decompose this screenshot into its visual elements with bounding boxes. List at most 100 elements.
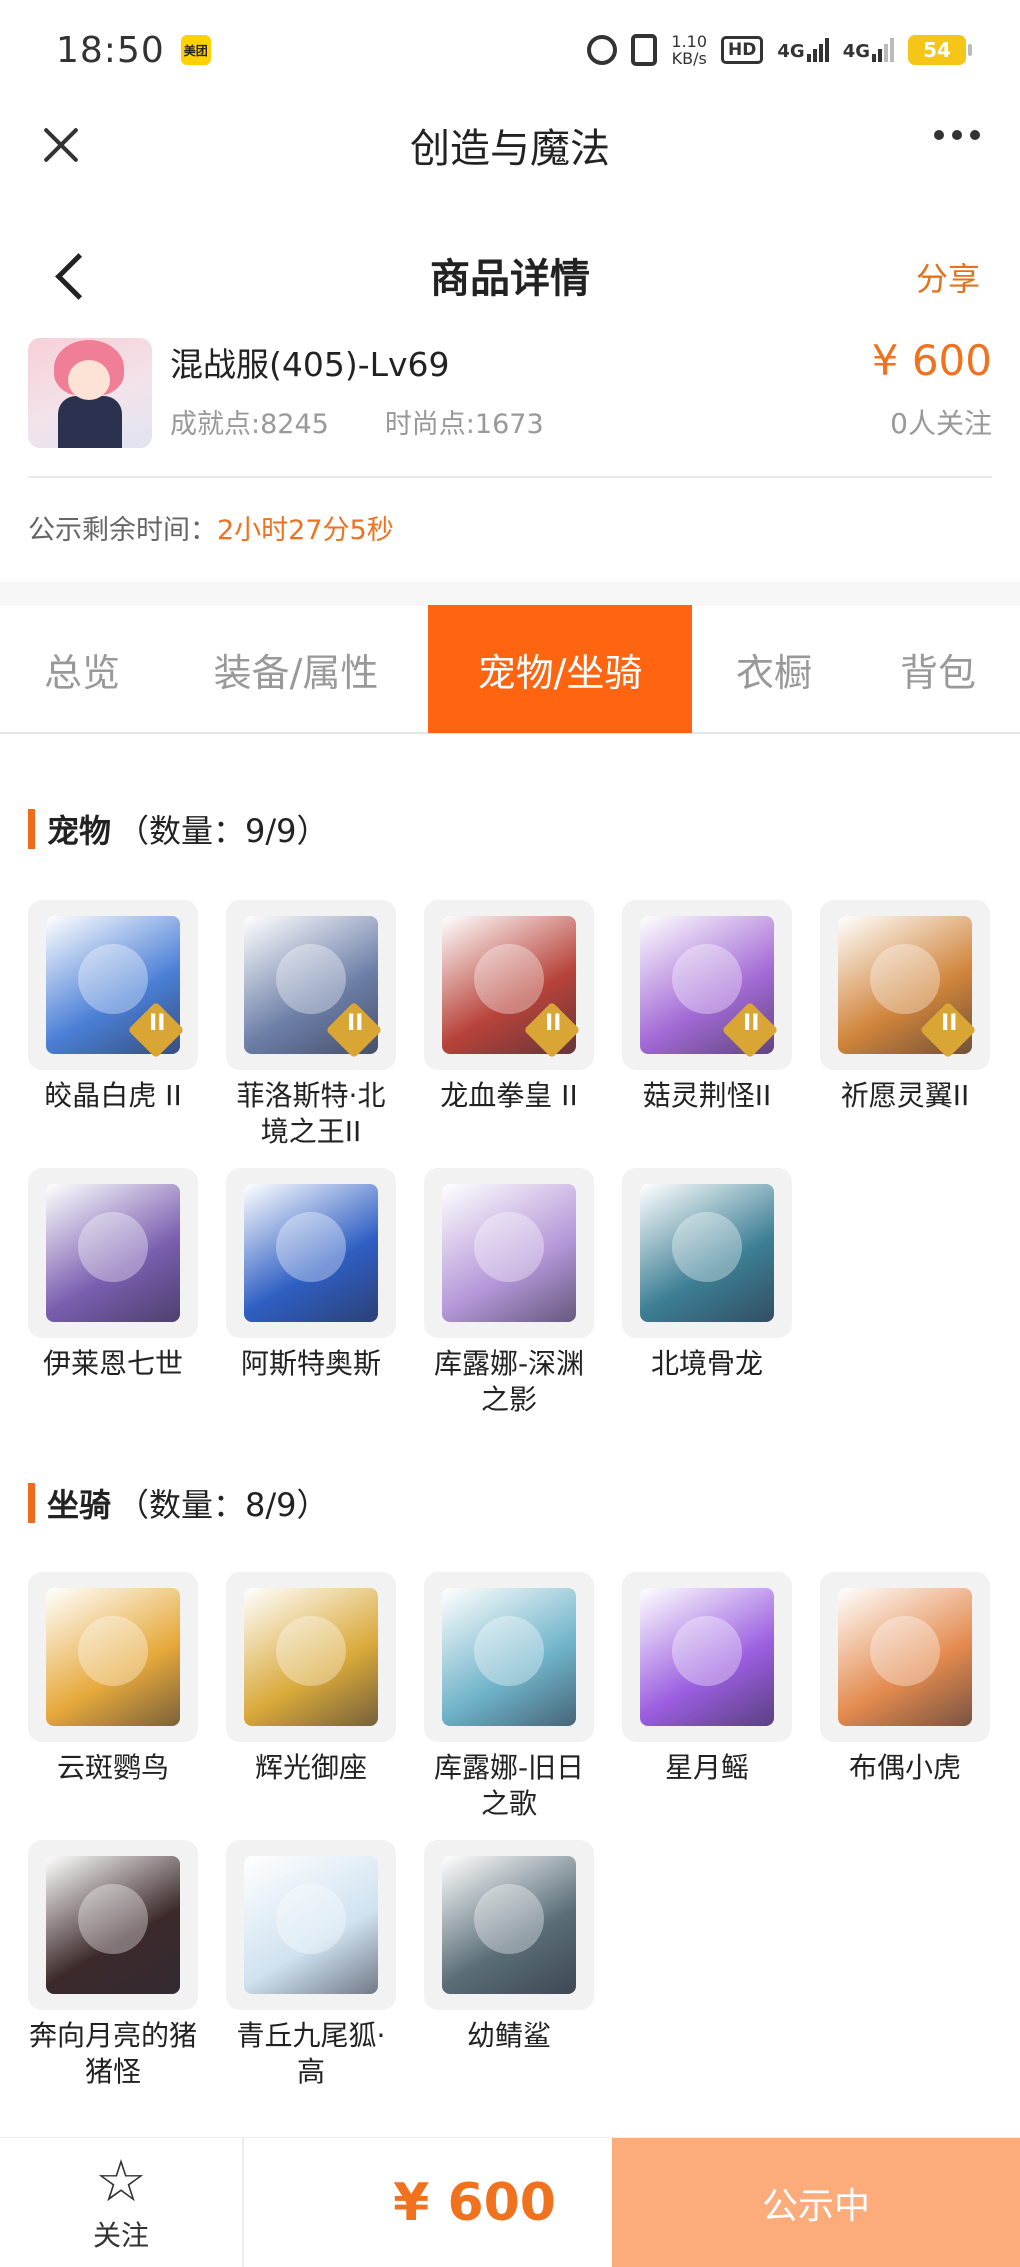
glow-throne-icon [244,1588,378,1726]
follow-button[interactable]: ☆ 关注 [0,2138,244,2267]
product-summary[interactable]: 混战服(405)-Lv69 成就点:8245 时尚点:1673 ¥ 600 0人… [28,336,992,448]
pets-item[interactable]: 菲洛斯特·北境之王II [226,900,396,1150]
alarm-icon [587,35,618,65]
pets-name: 龙血拳皇 II [440,1079,578,1112]
fashion-points: 时尚点:1673 [384,409,544,440]
status-indicators: 1.10 KB/s HD 4G 4G 54 [587,33,972,68]
mounts-name: 辉光御座 [254,1751,367,1784]
vibrate-icon [631,34,658,66]
timer-value: 2小时27分5秒 [217,515,394,546]
character-avatar [28,338,152,448]
signal-2-label: 4G [842,41,870,62]
pets-title: 宠物 [47,812,112,850]
battery-icon: 54 [908,35,972,65]
status-bar: 18:50 美团 1.10 KB/s HD 4G 4G 54 [0,0,1020,100]
pets-name: 阿斯特奥斯 [240,1347,381,1380]
pets-count: （数量：9/9） [117,812,329,850]
section-accent-bar [28,1483,35,1523]
page: 18:50 美团 1.10 KB/s HD 4G 4G 54 创造与魔法 商品详… [0,0,1020,2267]
mounts-thumbnail [226,1840,396,2010]
section-accent-bar [28,809,35,849]
product-name: 混战服(405)-Lv69 [170,345,450,384]
pets-thumbnail [622,1168,792,1338]
pets-name: 皎晶白虎 II [44,1079,182,1112]
pets-thumbnail [424,1168,594,1338]
pets-item[interactable]: 伊莱恩七世 [28,1168,198,1382]
section-gap [0,582,1020,606]
moon-pig-icon [46,1856,180,1994]
timer-label: 公示剩余时间： [28,515,217,546]
plush-tiger-icon [838,1588,972,1726]
divider [28,476,992,478]
signal-1: 4G [777,38,829,62]
product-price: ¥ 600 [871,336,992,385]
more-icon[interactable] [934,130,980,140]
pets-item[interactable]: 北境骨龙 [622,1168,792,1382]
mounts-thumbnail [424,1572,594,1742]
pets-thumbnail [820,900,990,1070]
pets-item[interactable]: 祈愿灵翼II [820,900,990,1114]
mounts-item[interactable]: 库露娜-旧日之歌 [424,1572,594,1822]
mounts-title: 坐骑 [47,1486,112,1524]
achievement-points: 成就点:8245 [170,409,329,440]
pets-thumbnail [28,900,198,1070]
follower-count: 0人关注 [890,407,992,440]
nine-tail-fox-icon [244,1856,378,1994]
pets-item[interactable]: 阿斯特奥斯 [226,1168,396,1382]
publicity-status-button[interactable]: 公示中 [612,2138,1020,2267]
tab-pets-mounts[interactable]: 宠物/坐骑 [428,605,692,733]
tab-equipment[interactable]: 装备/属性 [164,605,428,733]
share-button[interactable]: 分享 [916,254,980,300]
pets-thumbnail [424,900,594,1070]
page-nav: 商品详情 分享 [0,230,1020,320]
app-title: 创造与魔法 [410,126,610,172]
mounts-item[interactable]: 星月鳐 [622,1572,792,1786]
back-icon[interactable] [52,250,88,300]
pets-name: 伊莱恩七世 [42,1347,183,1380]
status-time: 18:50 [56,29,165,71]
mounts-name: 云斑鹦鸟 [56,1751,169,1784]
pets-item[interactable]: 皎晶白虎 II [28,900,198,1114]
follow-label: 关注 [92,2219,149,2252]
bone-dragon-icon [640,1184,774,1322]
mounts-name: 库露娜-旧日之歌 [433,1751,585,1820]
tab-overview[interactable]: 总览 [0,605,164,733]
page-title: 商品详情 [430,256,590,302]
mounts-thumbnail [424,1840,594,2010]
mounts-thumbnail [820,1572,990,1742]
pets-thumbnail [28,1168,198,1338]
tab-bar: 总览 装备/属性 宠物/坐骑 衣橱 背包 [0,605,1020,734]
mounts-item[interactable]: 布偶小虎 [820,1572,990,1786]
pets-name: 库露娜-深渊之影 [433,1347,585,1416]
tab-wardrobe[interactable]: 衣橱 [692,605,856,733]
mounts-item[interactable]: 辉光御座 [226,1572,396,1786]
pets-item[interactable]: 龙血拳皇 II [424,900,594,1114]
mounts-name: 布偶小虎 [848,1751,961,1784]
cloud-parrot-icon [46,1588,180,1726]
network-speed-unit: KB/s [671,49,707,68]
young-shark-icon [442,1856,576,1994]
mounts-item[interactable]: 幼鲭鲨 [424,1840,594,2054]
mounts-item[interactable]: 云斑鹦鸟 [28,1572,198,1786]
mounts-name: 幼鲭鲨 [466,2019,551,2052]
close-icon[interactable] [34,118,88,172]
mounts-item[interactable]: 青丘九尾狐·高 [226,1840,396,2090]
mounts-name: 星月鳐 [664,1751,749,1784]
mounts-section-title: 坐骑 （数量：8/9） [28,1480,329,1526]
kuluna-abyss-icon [442,1184,576,1322]
tab-backpack[interactable]: 背包 [856,605,1020,733]
signal-1-label: 4G [777,41,805,62]
pets-name: 祈愿灵翼II [840,1079,970,1112]
meituan-notification-icon: 美团 [180,35,211,65]
pets-thumbnail [226,1168,396,1338]
hd-call-icon: HD [721,36,764,64]
pets-item[interactable]: 菇灵荆怪II [622,900,792,1114]
mounts-thumbnail [28,1840,198,2010]
pets-item[interactable]: 库露娜-深渊之影 [424,1168,594,1418]
mounts-name: 奔向月亮的猪猪怪 [28,2019,197,2088]
bottom-bar: ☆ 关注 ¥ 600 公示中 [0,2137,1020,2267]
mounts-thumbnail [28,1572,198,1742]
elaine-vii-icon [46,1184,180,1322]
mounts-item[interactable]: 奔向月亮的猪猪怪 [28,1840,198,2090]
pets-name: 菇灵荆怪II [642,1079,772,1112]
